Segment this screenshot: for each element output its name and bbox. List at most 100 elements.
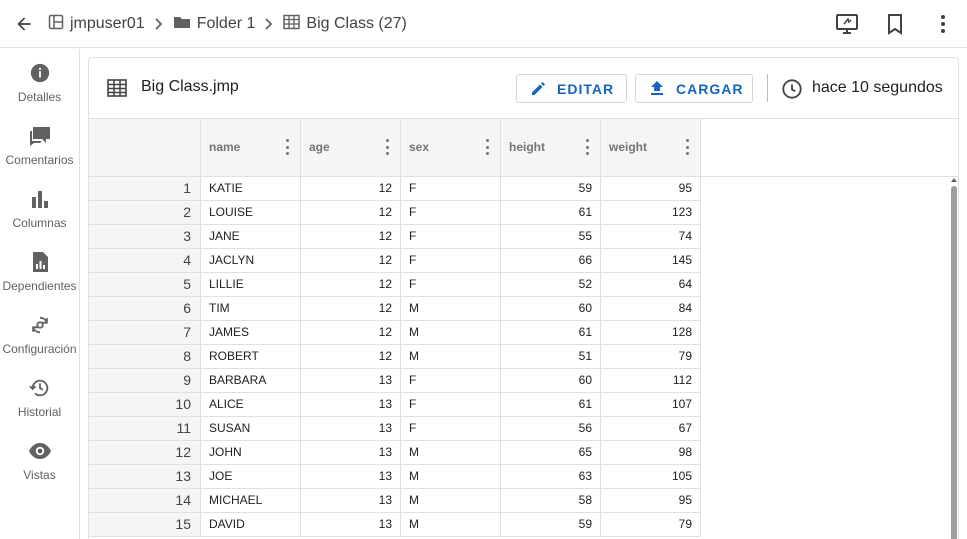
cell-age[interactable]: 12 [301,273,401,297]
row-number[interactable]: 12 [89,441,201,465]
table-row[interactable]: 4 JACLYN 12 F 66 145 [89,249,701,273]
cell-sex[interactable]: M [401,321,501,345]
rail-item-details[interactable]: Detalles [0,49,79,109]
cell-age[interactable]: 12 [301,345,401,369]
cell-name[interactable]: ALICE [201,393,301,417]
more-vert-icon[interactable] [931,12,955,36]
rail-item-dependents[interactable]: Dependientes [0,238,79,298]
cell-name[interactable]: BARBARA [201,369,301,393]
column-header-height[interactable]: height [501,119,601,177]
cell-weight[interactable]: 95 [601,177,701,201]
cell-weight[interactable]: 128 [601,321,701,345]
cell-sex[interactable]: F [401,177,501,201]
cell-age[interactable]: 13 [301,441,401,465]
cell-age[interactable]: 13 [301,417,401,441]
row-number[interactable]: 9 [89,369,201,393]
table-row[interactable]: 5 LILLIE 12 F 52 64 [89,273,701,297]
cell-age[interactable]: 12 [301,225,401,249]
column-header-age[interactable]: age [301,119,401,177]
more-vert-icon[interactable] [584,139,590,155]
cell-age[interactable]: 13 [301,369,401,393]
cell-name[interactable]: JACLYN [201,249,301,273]
more-vert-icon[interactable] [284,139,290,155]
table-row[interactable]: 6 TIM 12 M 60 84 [89,297,701,321]
column-header-weight[interactable]: weight [601,119,701,177]
cell-weight[interactable]: 67 [601,417,701,441]
rail-item-columns[interactable]: Columnas [0,175,79,235]
scroll-thumb[interactable] [951,186,957,539]
cell-age[interactable]: 13 [301,513,401,537]
cell-height[interactable]: 56 [501,417,601,441]
cell-sex[interactable]: F [401,201,501,225]
cell-weight[interactable]: 145 [601,249,701,273]
table-row[interactable]: 1 KATIE 12 F 59 95 [89,177,701,201]
table-row[interactable]: 13 JOE 13 M 63 105 [89,465,701,489]
table-row[interactable]: 8 ROBERT 12 M 51 79 [89,345,701,369]
cell-age[interactable]: 12 [301,321,401,345]
column-header-sex[interactable]: sex [401,119,501,177]
table-row[interactable]: 9 BARBARA 13 F 60 112 [89,369,701,393]
cell-sex[interactable]: M [401,465,501,489]
cell-weight[interactable]: 95 [601,489,701,513]
cell-height[interactable]: 60 [501,297,601,321]
cell-name[interactable]: LILLIE [201,273,301,297]
cell-weight[interactable]: 64 [601,273,701,297]
cell-height[interactable]: 58 [501,489,601,513]
table-row[interactable]: 7 JAMES 12 M 61 128 [89,321,701,345]
table-row[interactable]: 11 SUSAN 13 F 56 67 [89,417,701,441]
cell-height[interactable]: 59 [501,513,601,537]
row-number[interactable]: 3 [89,225,201,249]
row-number[interactable]: 11 [89,417,201,441]
breadcrumb-item-current[interactable]: Big Class (27) [283,14,407,35]
cell-height[interactable]: 63 [501,465,601,489]
cell-name[interactable]: JOE [201,465,301,489]
rail-item-views[interactable]: Vistas [0,427,79,487]
row-number[interactable]: 10 [89,393,201,417]
cell-name[interactable]: SUSAN [201,417,301,441]
rail-item-settings[interactable]: Configuración [0,301,79,361]
breadcrumb-item-home[interactable]: jmpuser01 [48,14,145,35]
more-vert-icon[interactable] [484,139,490,155]
cell-height[interactable]: 60 [501,369,601,393]
cell-height[interactable]: 61 [501,393,601,417]
grid-corner[interactable] [89,119,201,177]
table-row[interactable]: 2 LOUISE 12 F 61 123 [89,201,701,225]
cell-weight[interactable]: 84 [601,297,701,321]
load-button[interactable]: CARGAR [635,74,753,103]
cell-height[interactable]: 61 [501,321,601,345]
cell-weight[interactable]: 74 [601,225,701,249]
row-number[interactable]: 4 [89,249,201,273]
row-number[interactable]: 15 [89,513,201,537]
bookmark-icon[interactable] [883,12,907,36]
cell-sex[interactable]: F [401,417,501,441]
row-number[interactable]: 7 [89,321,201,345]
cell-sex[interactable]: F [401,369,501,393]
cell-name[interactable]: JOHN [201,441,301,465]
table-row[interactable]: 12 JOHN 13 M 65 98 [89,441,701,465]
cell-sex[interactable]: M [401,441,501,465]
cell-weight[interactable]: 79 [601,345,701,369]
table-row[interactable]: 15 DAVID 13 M 59 79 [89,513,701,537]
cell-weight[interactable]: 98 [601,441,701,465]
table-row[interactable]: 14 MICHAEL 13 M 58 95 [89,489,701,513]
cell-height[interactable]: 66 [501,249,601,273]
cell-name[interactable]: JANE [201,225,301,249]
cell-name[interactable]: DAVID [201,513,301,537]
cell-sex[interactable]: F [401,393,501,417]
cell-name[interactable]: KATIE [201,177,301,201]
cell-age[interactable]: 12 [301,201,401,225]
row-number[interactable]: 8 [89,345,201,369]
row-number[interactable]: 13 [89,465,201,489]
cell-height[interactable]: 65 [501,441,601,465]
row-number[interactable]: 2 [89,201,201,225]
cell-sex[interactable]: M [401,345,501,369]
cell-height[interactable]: 61 [501,201,601,225]
breadcrumb-item-folder[interactable]: Folder 1 [173,14,255,35]
row-number[interactable]: 5 [89,273,201,297]
cell-height[interactable]: 52 [501,273,601,297]
cell-name[interactable]: ROBERT [201,345,301,369]
cell-sex[interactable]: M [401,297,501,321]
cell-sex[interactable]: F [401,249,501,273]
row-number[interactable]: 14 [89,489,201,513]
cell-name[interactable]: LOUISE [201,201,301,225]
